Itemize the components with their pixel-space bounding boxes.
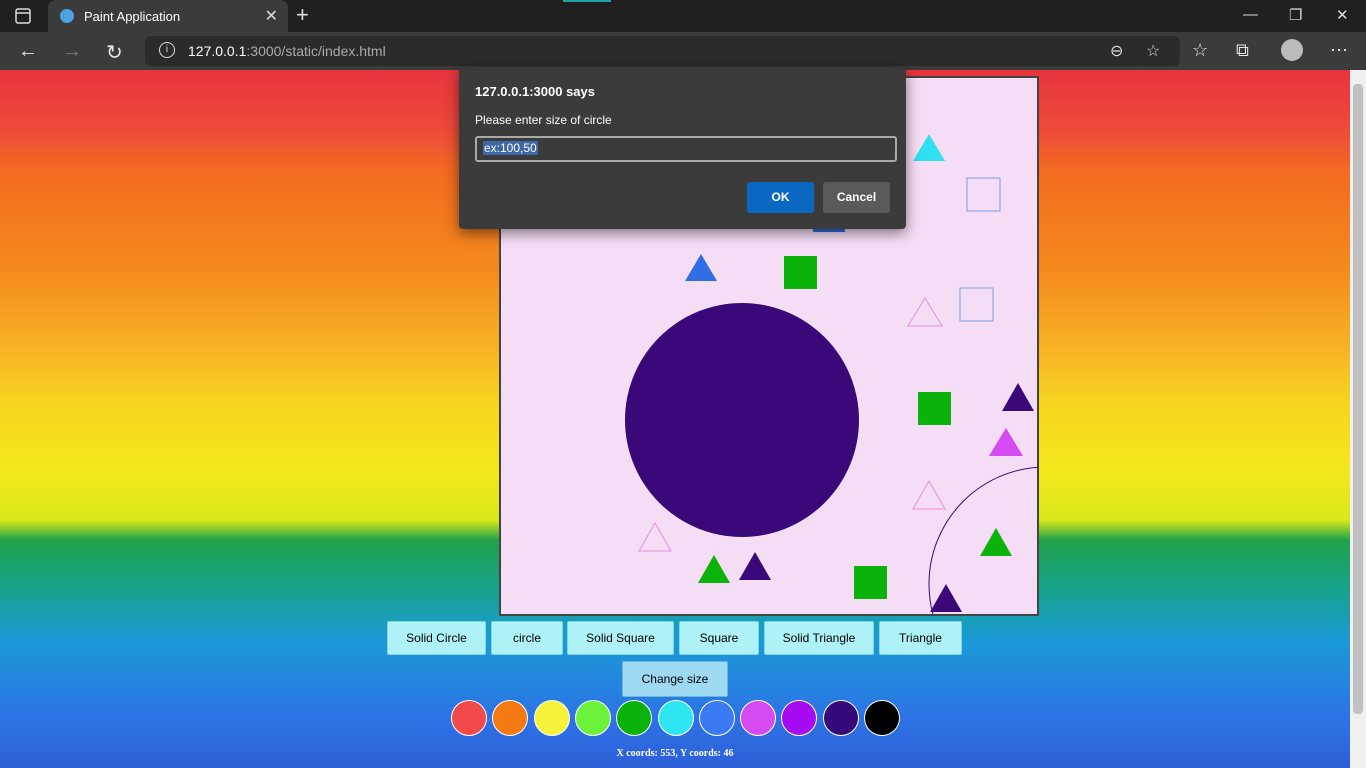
- color-swatch[interactable]: [658, 700, 694, 736]
- green-square-shape: [854, 566, 887, 599]
- dialog-message: Please enter size of circle: [475, 113, 612, 127]
- green-triangle-shape: [698, 555, 730, 583]
- favorite-add-icon[interactable]: ☆: [1146, 41, 1160, 61]
- square-outline-shape: [959, 287, 994, 322]
- violet-triangle-shape: [1002, 383, 1034, 411]
- forward-icon[interactable]: →: [62, 40, 82, 63]
- site-info-icon[interactable]: i: [159, 42, 175, 58]
- color-swatch[interactable]: [534, 700, 570, 736]
- color-swatch[interactable]: [451, 700, 487, 736]
- minimize-button[interactable]: —: [1243, 6, 1258, 23]
- circle-button[interactable]: circle: [491, 621, 563, 655]
- circle-size-input-value: ex:100,50: [483, 141, 538, 155]
- tab-favicon-icon: [60, 9, 74, 23]
- ok-button[interactable]: OK: [747, 182, 814, 213]
- tab-bar: Paint Application ✕ + — ❐ ✕: [0, 0, 1366, 32]
- new-tab-button[interactable]: +: [296, 4, 309, 26]
- solid-circle-button[interactable]: Solid Circle: [387, 621, 486, 655]
- browser-tab[interactable]: Paint Application ✕: [48, 0, 288, 32]
- change-size-button[interactable]: Change size: [622, 661, 728, 697]
- favorites-icon[interactable]: ☆: [1192, 40, 1208, 61]
- color-swatch[interactable]: [781, 700, 817, 736]
- solid-square-button[interactable]: Solid Square: [567, 621, 674, 655]
- solid-triangle-button[interactable]: Solid Triangle: [764, 621, 874, 655]
- green-square-shape: [918, 392, 951, 425]
- close-window-button[interactable]: ✕: [1336, 6, 1349, 24]
- triangle-outline-shape: [907, 297, 943, 327]
- maximize-button[interactable]: ❐: [1289, 6, 1302, 24]
- blue-triangle-shape: [685, 254, 717, 281]
- dialog-title: 127.0.0.1:3000 says: [475, 84, 595, 99]
- page-scrollbar[interactable]: [1350, 70, 1366, 768]
- more-icon[interactable]: ⋯: [1330, 40, 1348, 61]
- violet-triangle-shape: [930, 584, 962, 612]
- back-icon[interactable]: ←: [18, 40, 38, 63]
- color-swatch[interactable]: [575, 700, 611, 736]
- prompt-dialog: 127.0.0.1:3000 says Please enter size of…: [459, 67, 906, 229]
- square-button[interactable]: Square: [679, 621, 759, 655]
- collections-icon[interactable]: ⧉: [1236, 40, 1249, 61]
- cyan-triangle-shape: [913, 134, 945, 161]
- tab-actions-icon[interactable]: [10, 6, 38, 26]
- scrollbar-thumb[interactable]: [1353, 84, 1363, 714]
- cancel-button[interactable]: Cancel: [823, 182, 890, 213]
- square-outline-shape: [966, 177, 1001, 212]
- url-text: 127.0.0.1:3000/static/index.html: [188, 43, 386, 59]
- url-field[interactable]: i 127.0.0.1:3000/static/index.html ⊖ ☆: [145, 36, 1180, 66]
- triangle-outline-shape: [638, 521, 672, 552]
- color-swatch[interactable]: [823, 700, 859, 736]
- zoom-out-icon[interactable]: ⊖: [1110, 41, 1123, 61]
- tab-close-icon[interactable]: ✕: [265, 6, 278, 26]
- triangle-outline-shape: [912, 479, 946, 510]
- window-drag-indicator: [563, 0, 611, 2]
- color-swatch[interactable]: [740, 700, 776, 736]
- triangle-button[interactable]: Triangle: [879, 621, 962, 655]
- solid-circle-shape: [625, 303, 859, 537]
- color-swatch[interactable]: [616, 700, 652, 736]
- address-bar: ← → ↻ i 127.0.0.1:3000/static/index.html…: [0, 32, 1366, 70]
- green-triangle-shape: [980, 528, 1012, 556]
- green-square-shape: [784, 256, 817, 289]
- reload-icon[interactable]: ↻: [106, 40, 123, 65]
- magenta-triangle-shape: [989, 428, 1023, 456]
- color-swatch[interactable]: [492, 700, 528, 736]
- coords-readout: X coords: 553, Y coords: 46: [616, 748, 734, 759]
- color-swatch[interactable]: [864, 700, 900, 736]
- profile-icon[interactable]: [1281, 39, 1303, 61]
- circle-size-input[interactable]: ex:100,50: [475, 136, 897, 162]
- violet-triangle-shape: [739, 552, 771, 580]
- tab-title: Paint Application: [84, 9, 181, 24]
- color-swatch[interactable]: [699, 700, 735, 736]
